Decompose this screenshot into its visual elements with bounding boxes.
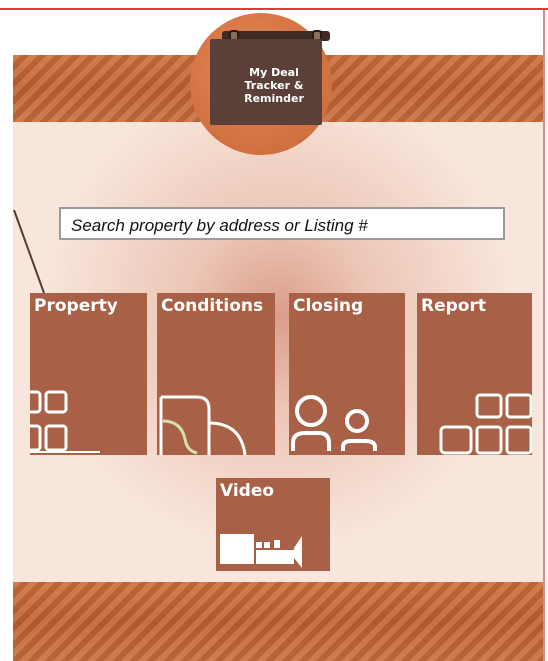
tile-report[interactable]: Report <box>417 293 532 455</box>
top-red-rule <box>0 8 548 10</box>
tile-property-label: Property <box>34 296 118 316</box>
search-placeholder: Search property by address or Listing # <box>71 216 368 235</box>
tile-report-label: Report <box>421 296 486 316</box>
right-rule <box>543 10 545 661</box>
tile-closing-label: Closing <box>293 296 364 316</box>
tile-video-label: Video <box>220 481 275 501</box>
tile-property[interactable]: Property <box>30 293 147 455</box>
tile-closing[interactable]: Closing <box>289 293 405 455</box>
people-icon <box>291 395 377 451</box>
tile-video[interactable]: Video <box>216 478 330 571</box>
app-logo-text: My Deal Tracker & Reminder <box>244 66 304 105</box>
tile-conditions[interactable]: Conditions <box>157 293 275 455</box>
document-icon <box>159 395 247 455</box>
report-grid-icon <box>439 393 532 455</box>
footer-band <box>13 582 543 661</box>
video-camera-icon <box>220 534 302 568</box>
search-input[interactable]: Search property by address or Listing # <box>59 207 505 240</box>
grid-icon <box>30 390 100 453</box>
tile-conditions-label: Conditions <box>161 296 264 316</box>
